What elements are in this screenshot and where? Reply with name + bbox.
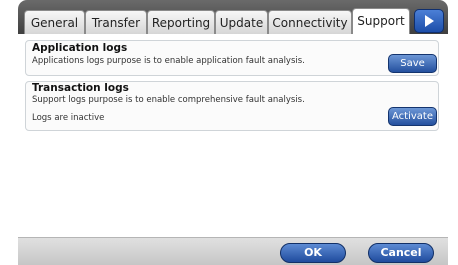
support-panel: Application logs Applications logs purpo… — [18, 34, 448, 237]
logs-status-text: Logs are inactive — [32, 113, 105, 123]
transaction-logs-title: Transaction logs — [32, 82, 129, 94]
transaction-logs-description: Support logs purpose is to enable compre… — [32, 95, 305, 105]
activate-button[interactable]: Activate — [388, 107, 437, 126]
tab-connectivity[interactable]: Connectivity — [268, 10, 352, 34]
tab-support[interactable]: Support — [352, 8, 410, 35]
application-logs-description: Applications logs purpose is to enable a… — [32, 56, 305, 66]
tab-reporting[interactable]: Reporting — [147, 10, 215, 34]
tab-bar: General Transfer Reporting Update Connec… — [18, 0, 448, 35]
application-logs-title: Application logs — [32, 42, 128, 54]
save-logs-button[interactable]: Save Logs — [388, 54, 437, 86]
ok-button[interactable]: OK — [280, 243, 346, 263]
dialog-footer: OK Cancel — [18, 237, 448, 265]
tab-general[interactable]: General — [24, 10, 85, 34]
cancel-button[interactable]: Cancel — [368, 243, 434, 263]
transaction-logs-group: Transaction logs Support logs purpose is… — [25, 81, 439, 131]
tab-update[interactable]: Update — [215, 10, 268, 34]
application-logs-group: Application logs Applications logs purpo… — [25, 40, 439, 86]
tab-transfer[interactable]: Transfer — [85, 10, 147, 34]
play-arrow-icon — [425, 15, 434, 27]
settings-window: General Transfer Reporting Update Connec… — [18, 0, 448, 265]
next-tab-button[interactable] — [414, 9, 444, 33]
